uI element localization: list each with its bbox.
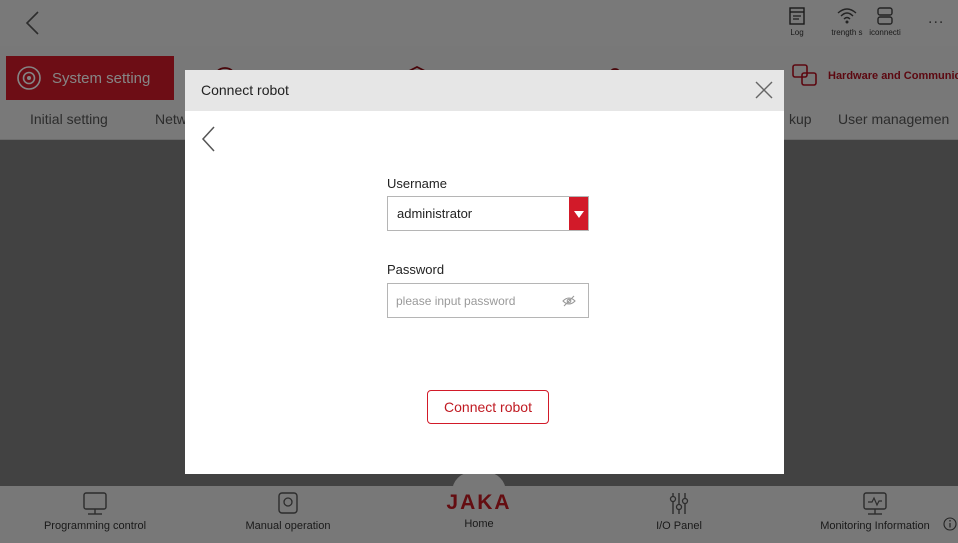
close-icon[interactable] (753, 79, 775, 101)
password-label: Password (387, 262, 445, 277)
connect-robot-button[interactable]: Connect robot (427, 390, 549, 424)
dialog-header: Connect robot (185, 70, 784, 111)
dialog-title: Connect robot (201, 82, 289, 98)
password-input[interactable] (396, 292, 556, 310)
username-select[interactable]: administrator (387, 196, 589, 231)
username-label: Username (387, 176, 447, 191)
connect-robot-dialog: Connect robot Username administrator Pas… (185, 70, 784, 474)
eye-hidden-icon[interactable] (562, 295, 576, 307)
password-field-wrapper (387, 283, 589, 318)
chevron-down-icon[interactable] (569, 197, 588, 230)
username-value: administrator (397, 206, 473, 221)
dialog-back-icon[interactable] (199, 124, 219, 154)
